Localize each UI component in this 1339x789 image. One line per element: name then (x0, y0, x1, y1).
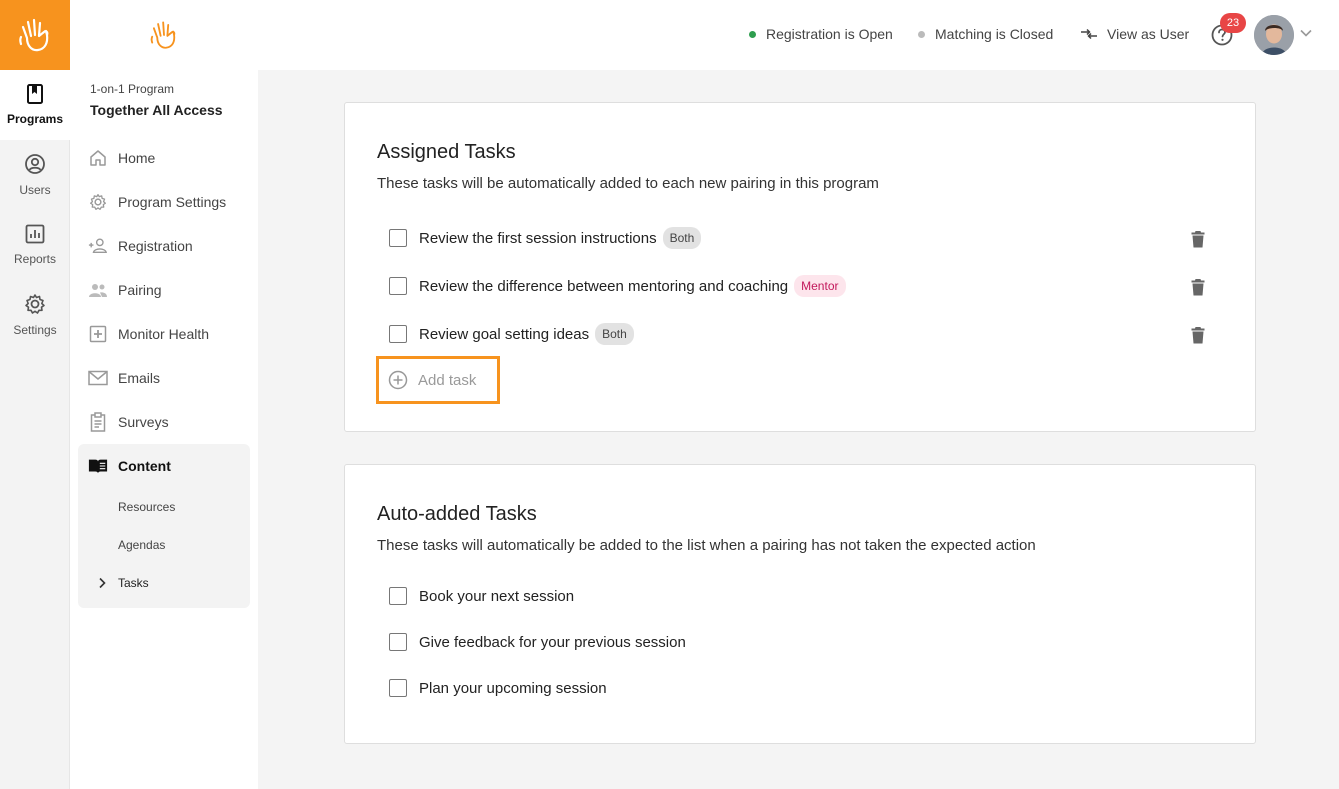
sidebar-item-label: Registration (118, 238, 193, 254)
sidebar-nav: Home Program Settings Registration Pairi… (78, 136, 250, 608)
program-type: 1-on-1 Program (90, 82, 175, 96)
sidebar-item-label: Program Settings (118, 194, 227, 210)
sidebar-item-registration[interactable]: Registration (78, 224, 250, 268)
rail-item-users[interactable]: Users (0, 140, 70, 210)
task-checkbox[interactable] (389, 587, 407, 605)
chevron-right-icon (99, 577, 106, 589)
sidebar-item-monitor-health[interactable]: Monitor Health (78, 312, 250, 356)
sidebar-subitem-label: Resources (118, 500, 176, 514)
task-row: Book your next session (389, 587, 574, 605)
top-bar: Registration is Open Matching is Closed … (258, 0, 1339, 70)
program-name: Together All Access (90, 102, 223, 118)
gear-icon (25, 294, 45, 314)
task-checkbox[interactable] (389, 633, 407, 651)
sidebar-item-surveys[interactable]: Surveys (78, 400, 250, 444)
sidebar-subitem-resources[interactable]: Resources (78, 488, 250, 526)
chart-icon (25, 224, 45, 244)
view-as-user-label: View as User (1107, 26, 1190, 42)
role-tag: Mentor (794, 275, 846, 297)
open-book-icon (88, 456, 108, 476)
mail-icon (88, 368, 108, 388)
matching-status: Matching is Closed (918, 26, 1053, 42)
task-label: Book your next session (419, 587, 575, 605)
task-label: Review goal setting ideas (419, 325, 590, 343)
sidebar-item-label: Emails (118, 370, 161, 386)
sidebar-item-pairing[interactable]: Pairing (78, 268, 250, 312)
role-tag: Both (662, 227, 702, 249)
assigned-tasks-card: Assigned Tasks These tasks will be autom… (344, 102, 1256, 432)
add-task-button[interactable]: Add task (376, 356, 500, 404)
chevron-down-icon[interactable] (1300, 29, 1312, 37)
registration-status-text: Registration is Open (766, 26, 893, 42)
trash-icon[interactable] (1191, 326, 1205, 344)
rail-item-settings[interactable]: Settings (0, 280, 70, 350)
people-icon (88, 280, 108, 300)
role-tag: Both (595, 323, 634, 345)
assigned-tasks-title: Assigned Tasks (377, 141, 516, 163)
sidebar-item-program-settings[interactable]: Program Settings (78, 180, 250, 224)
sidebar-item-emails[interactable]: Emails (78, 356, 250, 400)
task-checkbox[interactable] (389, 325, 407, 343)
add-user-icon (88, 236, 108, 256)
hand-wave-icon (150, 21, 176, 49)
rail-item-programs[interactable]: Programs (0, 70, 70, 140)
task-row: Review the first session instructions Bo… (389, 227, 702, 249)
task-checkbox[interactable] (389, 229, 407, 247)
sidebar-item-label: Surveys (118, 414, 169, 430)
trash-icon[interactable] (1191, 278, 1205, 296)
task-row: Review goal setting ideas Both (389, 323, 634, 345)
sidebar-subitem-tasks[interactable]: Tasks (78, 564, 250, 602)
home-icon (88, 148, 108, 168)
gear-icon (88, 192, 108, 212)
task-label: Plan your upcoming session (419, 679, 607, 697)
view-as-user-button[interactable]: View as User (1080, 26, 1189, 42)
plus-circle-icon (388, 370, 408, 390)
matching-status-text: Matching is Closed (935, 26, 1054, 42)
sidebar-item-home[interactable]: Home (78, 136, 250, 180)
auto-added-tasks-description: These tasks will automatically be added … (377, 537, 1036, 554)
task-checkbox[interactable] (389, 277, 407, 295)
sidebar-subitem-label: Tasks (118, 576, 149, 590)
notification-badge: 23 (1220, 13, 1246, 33)
sidebar-subitem-agendas[interactable]: Agendas (78, 526, 250, 564)
sidebar-logo (70, 0, 258, 70)
sidebar-item-label: Content (118, 458, 171, 474)
assigned-tasks-description: These tasks will be automatically added … (377, 175, 879, 192)
status-dot-open (749, 30, 756, 38)
task-label: Review the first session instructions (419, 229, 657, 247)
task-checkbox[interactable] (389, 679, 407, 697)
auto-added-tasks-title: Auto-added Tasks (377, 503, 537, 525)
sidebar-group-content: Content Resources Agendas Tasks (78, 444, 250, 608)
task-row: Review the difference between mentoring … (389, 275, 846, 297)
rail-label: Programs (6, 112, 64, 126)
sidebar-subitem-label: Agendas (118, 538, 166, 552)
swap-arrows-icon (1081, 28, 1097, 40)
user-circle-icon (25, 154, 45, 174)
task-label: Give feedback for your previous session (419, 633, 686, 651)
auto-added-tasks-card: Auto-added Tasks These tasks will automa… (344, 464, 1256, 744)
status-dot-closed (918, 30, 925, 38)
task-label: Review the difference between mentoring … (419, 277, 789, 295)
app-rail: Programs Users Reports Settings (0, 0, 70, 789)
medical-plus-icon (88, 324, 108, 344)
rail-label: Reports (13, 252, 57, 266)
hand-wave-icon (19, 18, 49, 52)
sidebar-item-label: Monitor Health (118, 326, 210, 342)
brand-logo[interactable] (0, 0, 70, 70)
avatar[interactable] (1254, 15, 1294, 55)
task-row: Give feedback for your previous session (389, 633, 686, 651)
book-icon (27, 84, 43, 104)
program-sidebar: 1-on-1 Program Together All Access Home … (70, 0, 258, 789)
task-row: Plan your upcoming session (389, 679, 607, 697)
rail-item-reports[interactable]: Reports (0, 210, 70, 280)
sidebar-item-label: Pairing (118, 282, 162, 298)
registration-status: Registration is Open (749, 26, 893, 42)
sidebar-item-label: Home (118, 150, 156, 166)
add-task-label: Add task (418, 371, 477, 389)
rail-label: Settings (13, 323, 57, 337)
clipboard-icon (88, 412, 108, 432)
trash-icon[interactable] (1191, 230, 1205, 248)
rail-label: Users (19, 183, 51, 197)
sidebar-item-content[interactable]: Content (78, 444, 250, 488)
